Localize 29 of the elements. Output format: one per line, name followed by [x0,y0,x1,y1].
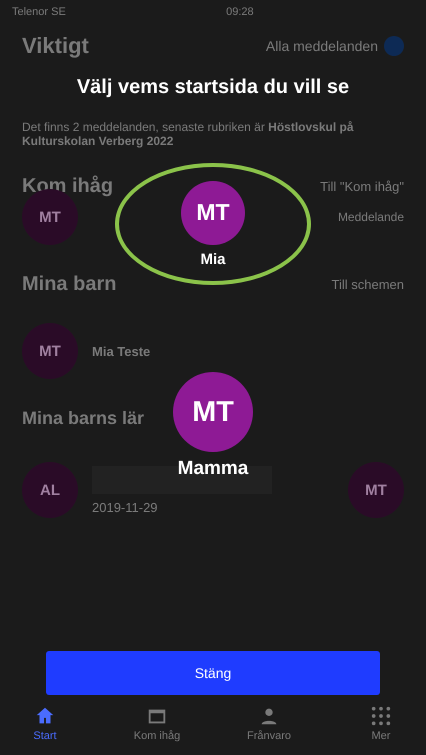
close-button[interactable]: Stäng [46,651,380,695]
remember-link[interactable]: Till "Kom ihåg" [320,178,404,194]
avatar: MT [348,462,404,518]
section-title: Mina barn [22,272,116,296]
avatar: MT [173,372,253,452]
profile-option[interactable]: MT Mia [115,163,311,285]
schedule-link[interactable]: Till schemen [332,276,404,292]
tab[interactable]: Mer [346,705,416,755]
grid-icon[interactable] [370,705,392,727]
all-messages-link[interactable]: Alla meddelanden [266,38,378,54]
message-tag: Meddelande [338,210,404,224]
tab[interactable]: Start [10,705,80,755]
avatar: MT [22,323,78,379]
message-summary: Det finns 2 meddelanden, senaste rubriken är Höstlovskul på Kulturskolan Verberg 2022 [22,120,355,148]
section-title: Viktigt [22,33,89,59]
tab[interactable]: Kom ihåg [122,705,192,755]
tab[interactable]: Frånvaro [234,705,304,755]
section-title: Mina barns lär [22,408,144,428]
avatar: AL [22,462,78,518]
clock-text: 09:28 [226,6,254,18]
dialog-title: Välj vems startsida du vill se [76,76,350,99]
profile-option[interactable]: MT Mamma [169,365,257,487]
count-badge [384,36,404,56]
avatar: MT [181,180,245,244]
profile-name: Mamma [178,458,248,480]
child-name: Mia Teste [92,344,150,358]
profile-name: Mia [200,250,226,268]
date-text: 2019-11-29 [92,500,159,514]
carrier-text: Telenor SE [12,6,66,18]
